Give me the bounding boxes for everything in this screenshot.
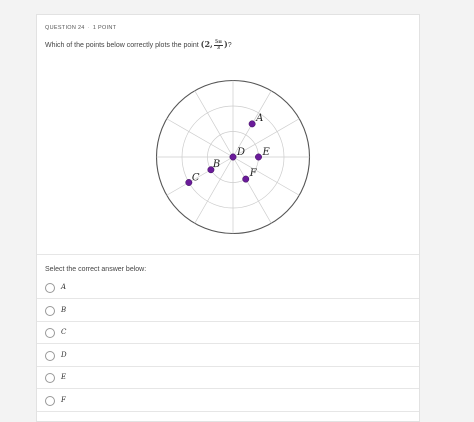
radio-button[interactable] [45,283,55,293]
radio-button[interactable] [45,395,55,406]
point-a-label: A [255,113,263,124]
point-a-marker [248,120,256,128]
prompt-end: ? [227,42,232,49]
grid-ray-330 [232,156,300,196]
plotted-points: A B C D EF [185,113,271,186]
answer-option-label: F [61,395,66,404]
point-d-label: D [236,147,245,158]
option-divider [37,410,419,412]
prompt-text: Which of the points below correctly plot… [45,42,199,49]
point-f-marker [242,175,250,183]
radio-button[interactable] [45,350,55,361]
point-c-label: C [192,173,200,184]
answer-option-label: B [61,305,67,314]
angle-fraction: 5π 3 [213,39,223,51]
grid-ray-120 [194,90,234,158]
point-d-marker [229,153,237,161]
answer-instruction: Select the correct answer below: [45,266,147,273]
question-points: 1 POINT [92,25,117,31]
question-prompt: Which of the points below correctly plot… [45,39,232,51]
point-e-marker [255,153,262,161]
grid-ray-300 [232,156,272,224]
answer-option-a[interactable]: A [37,277,419,299]
grid-ray-210 [166,156,234,196]
answer-option-label: E [61,373,67,381]
answer-option-b[interactable]: B [37,300,419,322]
point-f-label: F [249,168,258,179]
section-divider [37,254,419,255]
point-e-label: E [262,147,271,158]
question-number: QUESTION 24 [45,25,85,31]
radio-button[interactable] [45,328,55,338]
answer-option-label: C [61,328,67,336]
answer-option-label: D [61,350,67,359]
header-separator: · [87,25,90,31]
fraction-denominator: 3 [216,44,221,51]
answer-option-e[interactable]: E [37,367,419,389]
question-card: QUESTION 24 · 1 POINT Which of the points … [36,14,420,422]
radio-button[interactable] [45,305,55,316]
polar-graph: 3 ABCDEF [155,79,311,235]
radio-button[interactable] [45,373,55,383]
point-open: (2, [200,39,213,49]
point-b-label: B [212,159,220,170]
grid-ray-150 [166,118,234,158]
answer-option-label: A [61,283,67,291]
answer-option-d[interactable]: D [37,345,419,367]
question-header: QUESTION 24 · 1 POINT [45,25,116,31]
answer-option-c[interactable]: C [37,322,419,344]
prompt-point: (2, 5π 3) [200,39,228,51]
answer-option-f[interactable]: F [37,390,419,412]
